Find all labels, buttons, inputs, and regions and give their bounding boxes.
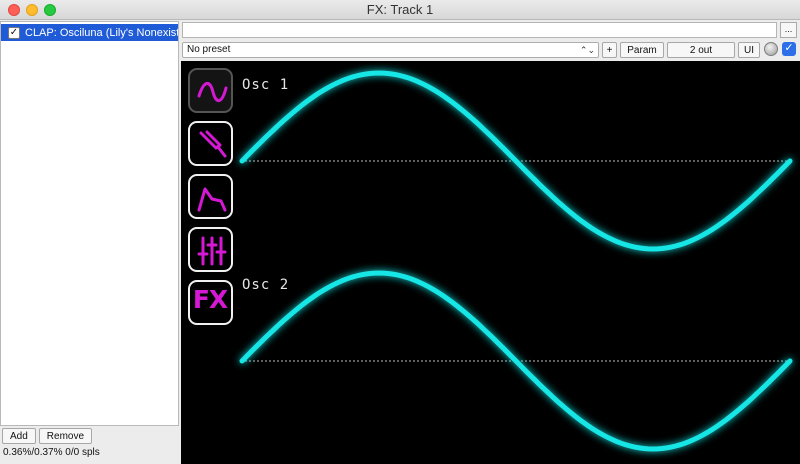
title-bar: FX: Track 1 xyxy=(0,0,800,20)
mixer-tab-button[interactable] xyxy=(188,227,233,272)
more-button[interactable]: ... xyxy=(780,22,797,38)
osc2-label: Osc 2 xyxy=(242,277,290,293)
cpu-status: 0.36%/0.37% 0/0 spls xyxy=(3,447,100,458)
osc2-waveform xyxy=(239,270,793,452)
preset-add-button[interactable]: + xyxy=(602,42,617,58)
fx-item-label: CLAP: Osciluna (Lily's Nonexistent xyxy=(25,26,178,39)
outputs-button[interactable]: 2 out xyxy=(667,42,735,58)
fx-window: FX: Track 1 ✓ CLAP: Osciluna (Lily's Non… xyxy=(0,0,800,464)
wet-knob[interactable] xyxy=(764,42,778,56)
window-controls xyxy=(8,4,56,16)
add-button[interactable]: Add xyxy=(2,428,36,444)
fx-list-item[interactable]: ✓ CLAP: Osciluna (Lily's Nonexistent xyxy=(1,24,178,41)
filter-tab-button[interactable] xyxy=(188,121,233,166)
remove-button[interactable]: Remove xyxy=(38,428,93,444)
fx-list-buttons: Add Remove xyxy=(2,428,93,444)
fx-enable-checkbox[interactable]: ✓ xyxy=(8,26,20,39)
fx-tab-label: FX xyxy=(192,285,228,314)
bypass-checkbox[interactable]: ✓ xyxy=(782,42,796,56)
fx-tab-button[interactable]: FX xyxy=(188,280,233,325)
tuning-fork-icon xyxy=(199,130,227,158)
waveform-display xyxy=(239,70,793,452)
preset-label: No preset xyxy=(187,44,231,55)
sine-wave-icon xyxy=(197,82,228,102)
preset-arrows-icon: ⌃⌄ xyxy=(579,45,595,55)
zoom-button[interactable] xyxy=(44,4,56,16)
window-title: FX: Track 1 xyxy=(366,2,434,17)
osc1-label: Osc 1 xyxy=(242,77,290,93)
osc-tab-button[interactable] xyxy=(188,68,233,113)
minimize-button[interactable] xyxy=(26,4,38,16)
param-button[interactable]: Param xyxy=(620,42,664,58)
fx-chain-list[interactable]: ✓ CLAP: Osciluna (Lily's Nonexistent xyxy=(0,21,179,426)
close-button[interactable] xyxy=(8,4,20,16)
envelope-tab-button[interactable] xyxy=(188,174,233,219)
sliders-icon xyxy=(197,236,227,266)
plugin-view: FX Osc 1 Osc 2 xyxy=(181,61,800,464)
osc1-waveform xyxy=(239,70,793,252)
ui-button[interactable]: UI xyxy=(738,42,760,58)
fx-name-field[interactable] xyxy=(182,22,777,38)
preset-select[interactable]: No preset ⌃⌄ xyxy=(182,42,599,58)
envelope-icon xyxy=(197,187,227,212)
